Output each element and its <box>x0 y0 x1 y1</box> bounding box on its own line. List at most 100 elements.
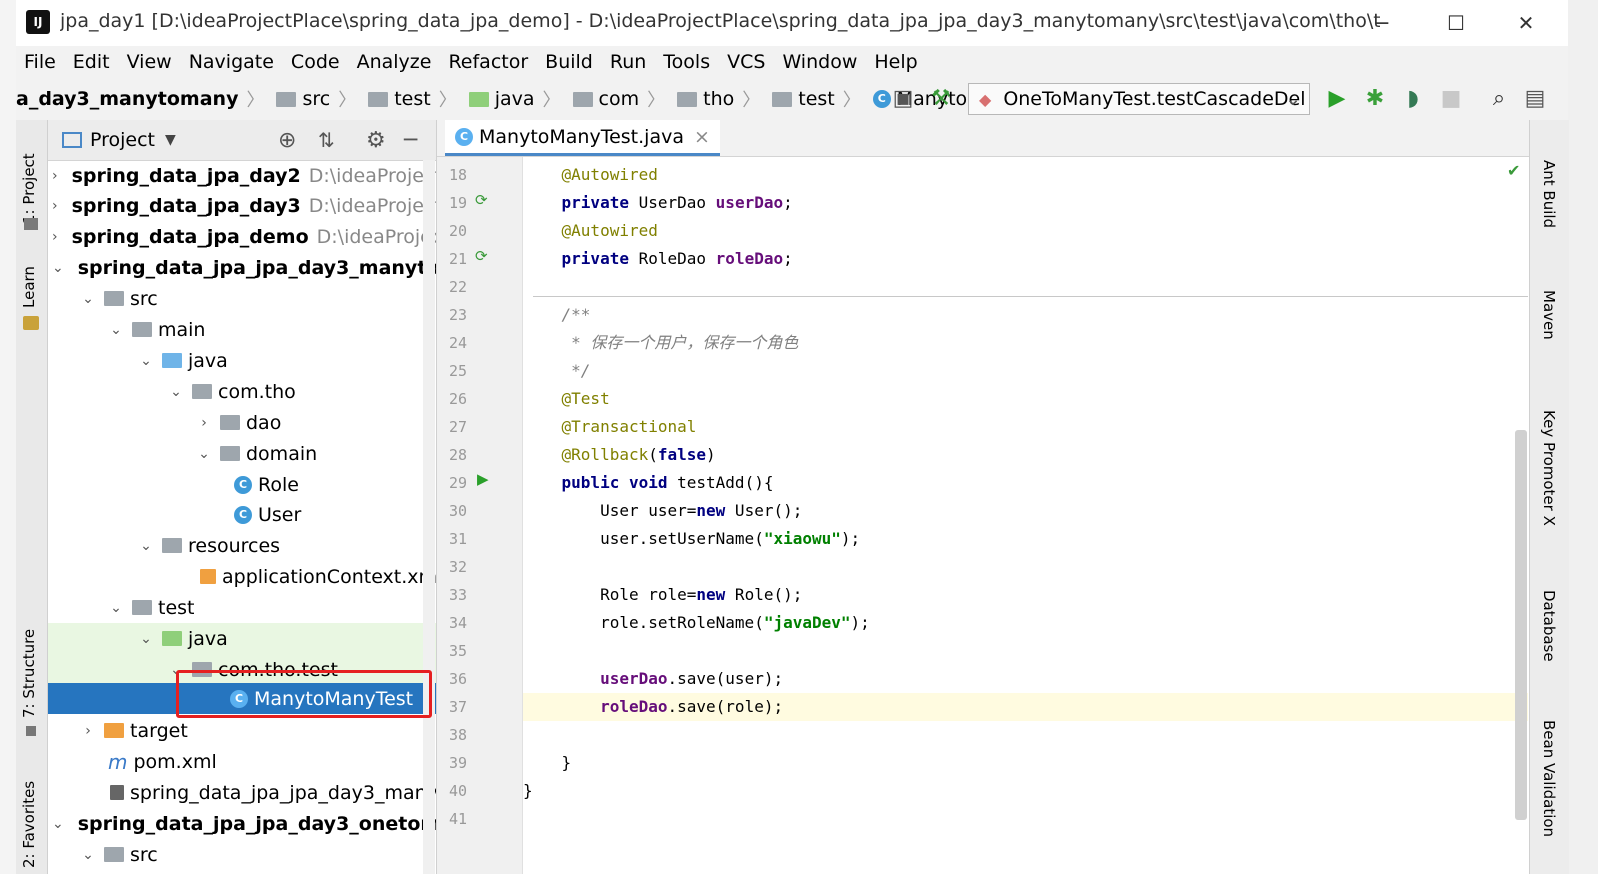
target-icon[interactable]: ⊕ <box>278 128 296 153</box>
menu-edit[interactable]: Edit <box>73 46 110 78</box>
breadcrumb-java[interactable]: java 〉 <box>468 86 567 112</box>
run-test-icon[interactable]: ▶ <box>477 470 489 488</box>
code-line: @Rollback(false) <box>561 445 716 464</box>
autowired-bean-icon[interactable]: ⟳ <box>475 191 488 209</box>
tree-item[interactable]: ⌄ src <box>48 283 436 314</box>
tab-project[interactable]: 1: Project <box>20 153 38 224</box>
tab-manytomanytest[interactable]: C ManytoManyTest.java × <box>445 120 720 156</box>
line-number: 36 <box>448 670 467 688</box>
menu-refactor[interactable]: Refactor <box>448 46 528 78</box>
line-number: 38 <box>448 726 467 744</box>
structure-icon <box>26 726 36 736</box>
breadcrumb-tho[interactable]: tho 〉 <box>677 86 766 112</box>
tree-item[interactable]: ⌄spring_data_jpa_jpa_day3_onetomany <box>48 808 436 839</box>
code-line: */ <box>561 361 591 380</box>
gear-icon[interactable]: ⚙ <box>366 128 386 153</box>
code-line-current: roleDao.save(role); <box>523 693 1528 721</box>
coverage-icon[interactable]: ◗ <box>1400 86 1426 112</box>
intellij-logo-icon: IJ <box>23 7 50 34</box>
tree-item[interactable]: ›spring_data_jpa_day2D:\ideaProjectPl <box>48 160 436 191</box>
stop-icon[interactable]: ■ <box>1438 86 1464 112</box>
menu-view[interactable]: View <box>127 46 172 78</box>
menu-run[interactable]: Run <box>610 46 646 78</box>
menu-analyze[interactable]: Analyze <box>357 46 432 78</box>
editor-scrollbar[interactable] <box>1515 430 1527 820</box>
package-icon <box>772 91 793 107</box>
tree-item[interactable]: ⌄ java <box>48 345 436 376</box>
tab-structure[interactable]: 7: Structure <box>20 629 38 718</box>
menu-window[interactable]: Window <box>782 46 857 78</box>
inspection-ok-icon[interactable]: ✔ <box>1507 161 1520 180</box>
menu-code[interactable]: Code <box>291 46 340 78</box>
project-files-icon[interactable]: ▤ <box>1522 86 1548 112</box>
breadcrumb-src[interactable]: src 〉 <box>276 86 362 112</box>
tab-favorites[interactable]: 2: Favorites <box>20 781 38 868</box>
run-icon[interactable]: ▶ <box>1324 86 1350 112</box>
search-icon[interactable]: ⌕ <box>1486 86 1512 112</box>
code-line: public void testAdd(){ <box>561 473 774 492</box>
tree-item[interactable]: ⌄ com.tho <box>48 376 436 407</box>
line-number: 18 <box>448 166 467 184</box>
close-button[interactable]: ✕ <box>1506 8 1546 38</box>
breadcrumb-test[interactable]: test 〉 <box>368 86 463 112</box>
tree-item[interactable]: ⌄spring_data_jpa_jpa_day3_manytoman <box>48 252 436 283</box>
tree-item[interactable]: ›spring_data_jpa_demoD:\ideaProjectPl <box>48 221 436 252</box>
chevron-down-icon[interactable]: ▼ <box>165 132 176 148</box>
tree-item[interactable]: › target <box>48 715 436 746</box>
tree-item[interactable]: applicationContext.xml <box>48 561 436 592</box>
debug-icon[interactable]: ✱ <box>1362 86 1388 112</box>
project-panel-header: Project ▼ ⊕ ⇅ ⚙ ─ <box>48 120 436 161</box>
tree-item[interactable]: ⌄ src <box>48 839 436 870</box>
build-hammer-icon[interactable]: ⚒ <box>928 86 954 112</box>
code-editor[interactable]: @Autowired private UserDao userDao; @Aut… <box>523 157 1528 874</box>
tree-item[interactable]: ⌄ java <box>48 623 436 654</box>
minimize-button[interactable]: ─ <box>1362 8 1402 38</box>
menu-build[interactable]: Build <box>545 46 593 78</box>
autowired-bean-icon[interactable]: ⟳ <box>475 247 488 265</box>
close-tab-icon[interactable]: × <box>694 126 710 148</box>
tree-item[interactable]: m pom.xml <box>48 746 436 777</box>
line-number: 28 <box>448 446 467 464</box>
code-line: userDao.save(user); <box>600 669 784 688</box>
project-structure-icon[interactable]: ▣ <box>890 86 916 112</box>
line-number: 23 <box>448 306 467 324</box>
tab-database[interactable]: Database <box>1540 590 1558 662</box>
tree-item[interactable]: › dao <box>48 407 436 438</box>
tree-item[interactable]: ⌄ main <box>48 314 436 345</box>
menu-navigate[interactable]: Navigate <box>189 46 274 78</box>
tab-key-promoter[interactable]: Key Promoter X <box>1540 410 1558 526</box>
tree-item[interactable]: ⌄ domain <box>48 438 436 469</box>
minimize-panel-icon[interactable]: ─ <box>404 128 417 153</box>
tree-item[interactable]: spring_data_jpa_jpa_day3_manyton <box>48 777 436 808</box>
project-scrollbar[interactable] <box>423 160 435 874</box>
tab-ant-build[interactable]: Ant Build <box>1540 160 1558 228</box>
folder-icon <box>104 847 124 862</box>
menu-vcs[interactable]: VCS <box>727 46 765 78</box>
menu-help[interactable]: Help <box>874 46 917 78</box>
menu-file[interactable]: File <box>24 46 56 78</box>
line-number: 32 <box>448 558 467 576</box>
tab-learn[interactable]: Learn <box>20 266 38 308</box>
breadcrumb-com[interactable]: com 〉 <box>572 86 672 112</box>
tree-item[interactable]: C User <box>48 499 436 530</box>
project-title[interactable]: Project <box>90 129 155 151</box>
test-config-icon: ◆ <box>979 89 992 109</box>
tree-item[interactable]: ⌄ resources <box>48 530 436 561</box>
line-number: 35 <box>448 642 467 660</box>
resources-folder-icon <box>162 538 182 553</box>
tree-item[interactable]: ›spring_data_jpa_day3D:\ideaProjectPl <box>48 190 436 221</box>
navigation-bar: a_day3_manytomany 〉 src 〉 test 〉 java 〉 com 〉… <box>16 78 1568 121</box>
menu-tools[interactable]: Tools <box>663 46 710 78</box>
tree-item[interactable]: ⌄ test <box>48 592 436 623</box>
package-icon <box>572 91 593 107</box>
tab-maven[interactable]: Maven <box>1540 290 1558 340</box>
tab-bean-validation[interactable]: Bean Validation <box>1540 720 1558 837</box>
folder-icon <box>104 291 124 306</box>
run-configuration-select[interactable]: ◆ OneToManyTest.testCascadeDel ⌄ <box>968 83 1310 115</box>
breadcrumb-test-pkg[interactable]: test 〉 <box>772 86 867 112</box>
maximize-button[interactable]: ☐ <box>1436 8 1476 38</box>
line-number: 37 <box>448 698 467 716</box>
tree-item[interactable]: C Role <box>48 469 436 500</box>
breadcrumb-project[interactable]: a_day3_manytomany 〉 <box>16 86 270 112</box>
collapse-icon[interactable]: ⇅ <box>318 128 335 152</box>
